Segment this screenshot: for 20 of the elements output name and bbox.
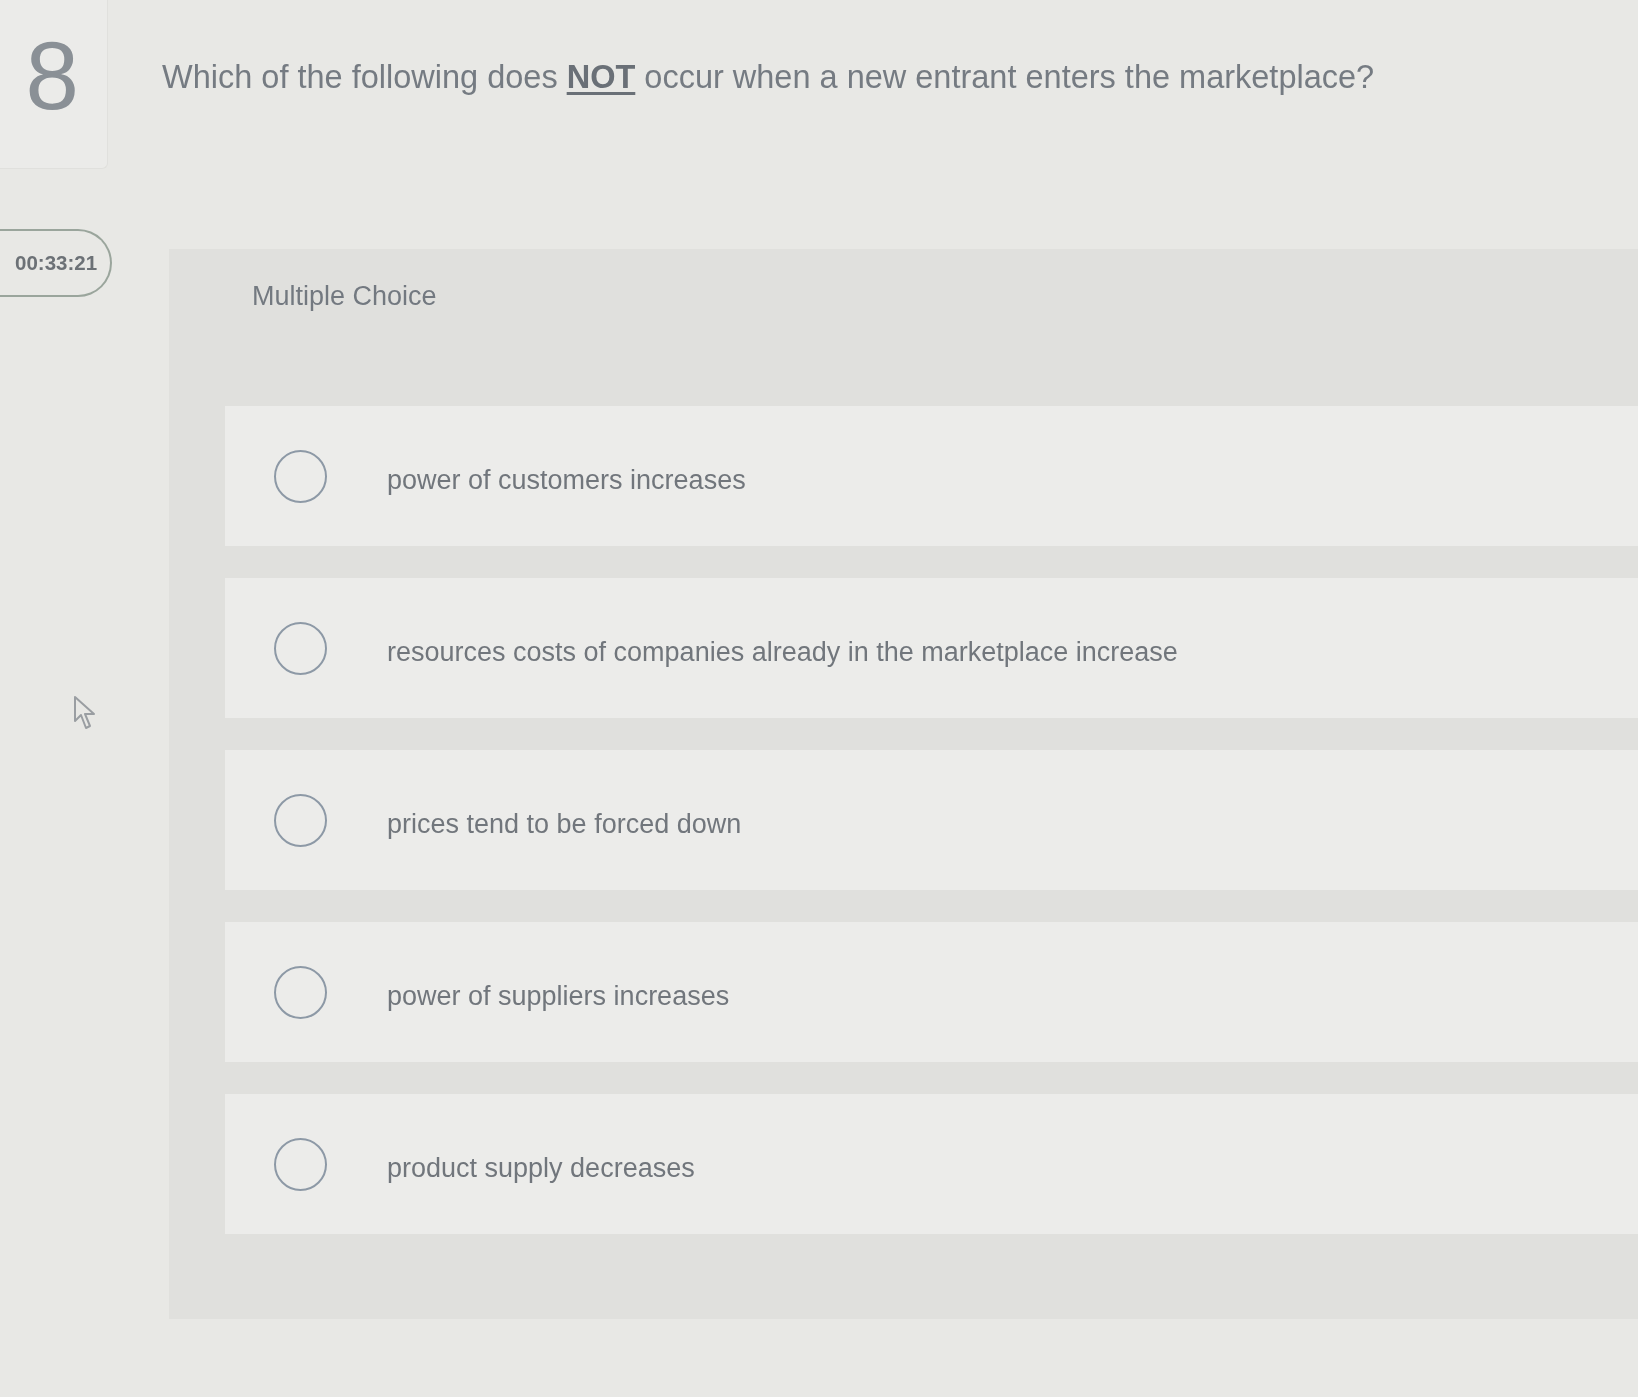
option-row[interactable]: power of customers increases (225, 406, 1638, 546)
option-label[interactable]: power of suppliers increases (387, 980, 730, 1012)
radio-button[interactable] (274, 621, 327, 675)
option-label[interactable]: resources costs of companies already in the marketplace increase (387, 636, 1178, 668)
radio-button[interactable] (274, 1137, 327, 1191)
option-row[interactable]: power of suppliers increases (225, 922, 1638, 1062)
radio-button[interactable] (274, 449, 327, 503)
question-text: Which of the following does NOT occur when a new entrant enters the marketplace? (162, 58, 1375, 96)
option-row[interactable]: prices tend to be forced down (225, 750, 1638, 890)
option-row[interactable]: product supply decreases (225, 1094, 1638, 1234)
cursor-icon (73, 695, 97, 731)
option-label[interactable]: power of customers increases (387, 464, 746, 496)
timer: 00:33:21 (0, 229, 112, 297)
question-number: 8 (25, 26, 79, 126)
option-row[interactable]: resources costs of companies already in the marketplace increase (225, 578, 1638, 718)
radio-button[interactable] (274, 965, 327, 1019)
option-label[interactable]: prices tend to be forced down (387, 808, 742, 840)
radio-button[interactable] (274, 793, 327, 847)
option-label[interactable]: product supply decreases (387, 1152, 695, 1184)
question-type-label: Multiple Choice (252, 280, 437, 312)
